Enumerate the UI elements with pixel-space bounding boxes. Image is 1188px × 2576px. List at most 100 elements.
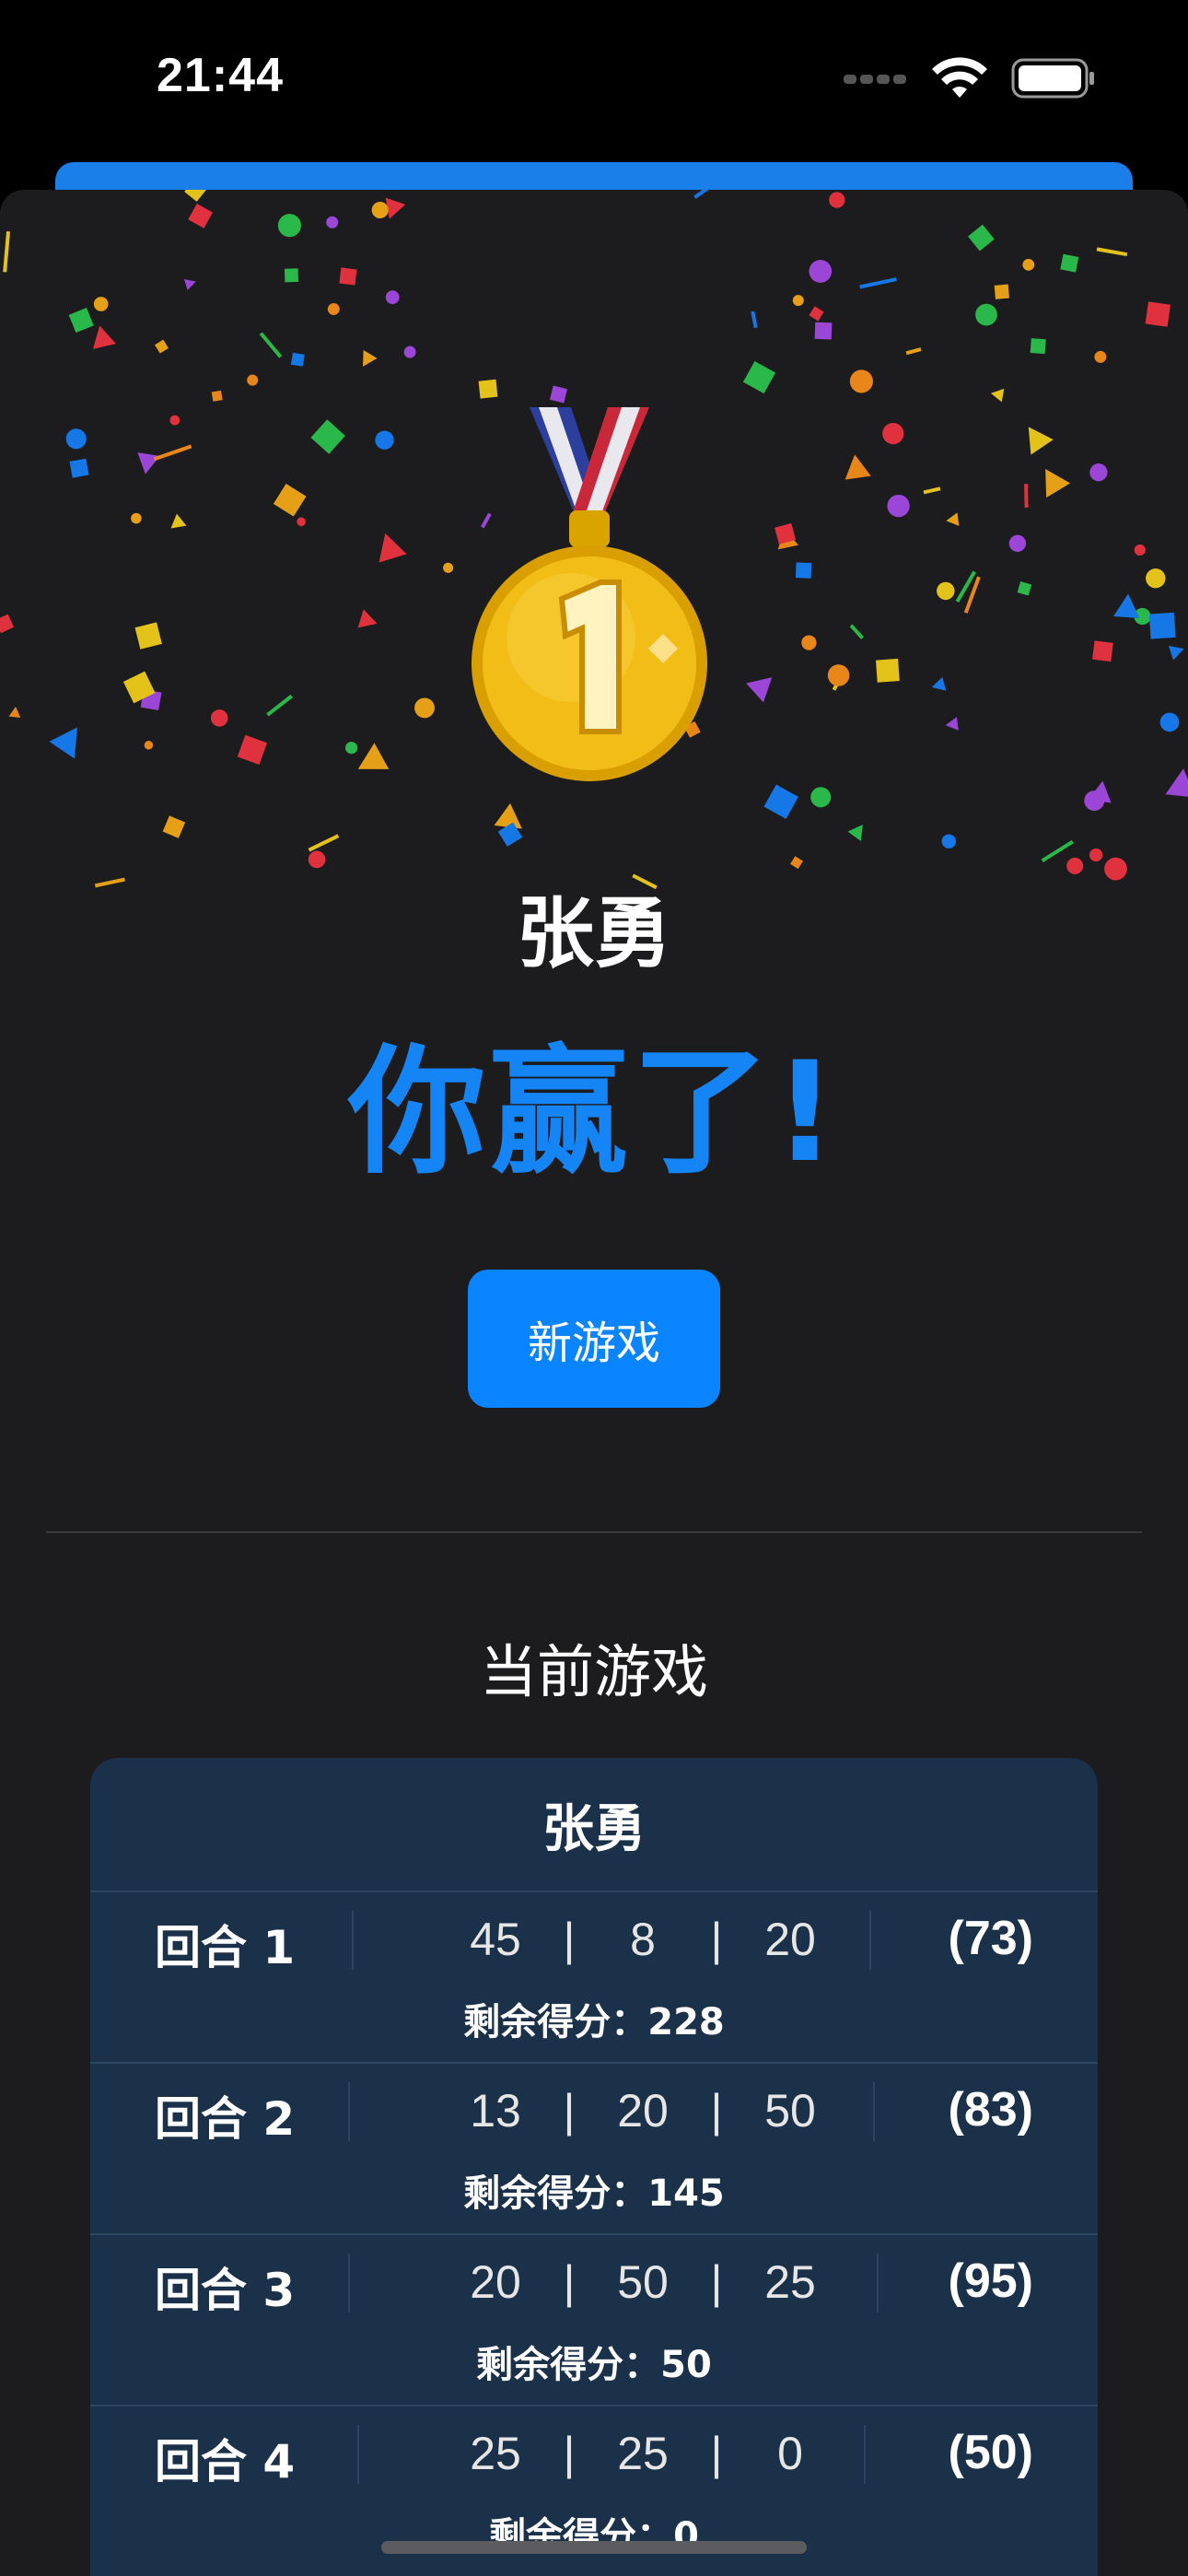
confetti-piece [339,267,357,286]
confetti-piece [443,562,454,573]
winner-sheet: 张勇 你赢了! 新游戏 当前游戏 张勇 回合 1 45 | 8 | 20 (73… [0,190,1188,2576]
confetti-piece [795,562,812,579]
remaining-score: 剩余得分：50 [476,2344,712,2386]
confetti-piece [763,784,798,819]
throw-separator: | [563,1914,576,1965]
throw-separator: | [563,2085,576,2137]
remaining-score: 剩余得分：228 [463,2001,725,2043]
confetti-piece [137,452,160,474]
confetti-piece [170,513,187,529]
confetti-piece [844,454,871,480]
confetti-piece [65,428,87,450]
confetti-piece [746,677,773,703]
remaining-score: 剩余得分：145 [463,2172,725,2215]
confetti-piece [345,742,358,755]
confetti-piece [742,361,776,394]
scoreboard-card: 张勇 回合 1 45 | 8 | 20 (73) 剩余得分：228 回合 2 1… [90,1758,1098,2576]
column-divider [864,2425,866,2484]
confetti-piece [308,850,326,869]
confetti-piece [849,369,873,393]
confetti-piece [93,297,109,311]
confetti-piece [134,622,162,650]
confetti-piece [259,332,283,358]
confetti-piece [814,322,833,340]
throw-score: 25 [470,2428,521,2479]
round-total: (50) [948,2426,1033,2479]
confetti-piece [326,216,339,228]
confetti-piece [1008,534,1027,552]
confetti-piece [1168,645,1184,661]
confetti-piece [478,379,498,399]
throw-separator: | [563,2428,576,2479]
throw-score: 45 [470,1914,521,1965]
throw-separator: | [710,2428,723,2479]
confetti-piece [751,310,758,329]
home-indicator[interactable] [381,2541,807,2554]
column-divider [869,1911,871,1970]
confetti-piece [92,325,116,349]
confetti-piece [941,834,957,849]
column-divider [877,2254,879,2313]
winner-name: 张勇 [516,888,671,978]
confetti-piece [155,339,169,354]
throw-score: 8 [630,1914,656,1965]
confetti-piece [310,419,345,454]
confetti-piece [414,697,435,719]
confetti-piece [809,260,833,283]
wifi-icon [932,57,987,98]
confetti-piece [68,308,94,334]
confetti-piece [905,347,922,356]
round-label: 回合 2 [155,2092,296,2146]
throw-score: 20 [617,2085,669,2137]
confetti-piece [363,349,378,367]
confetti-piece [1045,468,1071,498]
confetti-piece [1089,463,1108,482]
confetti-piece [266,694,293,717]
confetti-piece [131,512,142,524]
confetti-piece [1022,259,1035,271]
confetti-piece [849,624,865,640]
confetti-piece [297,517,306,527]
throw-score: 50 [617,2256,669,2308]
confetti-piece [1030,338,1046,355]
confetti-piece [990,388,1005,403]
throw-score: 20 [764,1914,816,1965]
confetti-piece [549,385,568,404]
confetti-piece [1145,301,1171,327]
round-label: 回合 1 [155,1921,296,1974]
confetti-piece [327,303,340,315]
confetti-piece [1165,768,1188,798]
round-total: (83) [948,2083,1033,2137]
confetti-piece [827,664,850,686]
status-time: 21:44 [157,49,284,102]
new-game-button[interactable]: 新游戏 [468,1270,720,1408]
confetti-piece [1134,544,1146,556]
confetti-piece [308,834,340,852]
throw-score: 50 [764,2085,816,2137]
confetti-piece [403,345,416,358]
confetti-piece [1028,427,1054,455]
throw-separator: | [710,1914,723,1965]
confetti-piece [1094,350,1107,363]
confetti-piece [994,284,1009,299]
confetti-piece [790,856,803,870]
confetti-piece [882,422,904,445]
throw-separator: | [563,2256,576,2308]
gold-medal-first-place-icon [472,407,707,781]
confetti-piece [875,658,900,683]
confetti-piece [945,717,959,731]
round-throws: 13 | 20 | 50 [367,2084,919,2137]
confetti-piece [210,709,228,727]
confetti-piece [277,214,301,238]
confetti-piece [0,614,15,634]
confetti-piece [237,734,268,766]
column-divider [352,1911,354,1970]
confetti-piece [1146,568,1166,589]
confetti-piece [1096,247,1128,257]
confetti-piece [1113,593,1140,619]
confetti-piece [693,190,716,199]
column-divider [348,2082,350,2141]
round-label: 回合 3 [155,2264,296,2317]
confetti-piece [946,512,960,526]
battery-icon [1011,58,1094,99]
